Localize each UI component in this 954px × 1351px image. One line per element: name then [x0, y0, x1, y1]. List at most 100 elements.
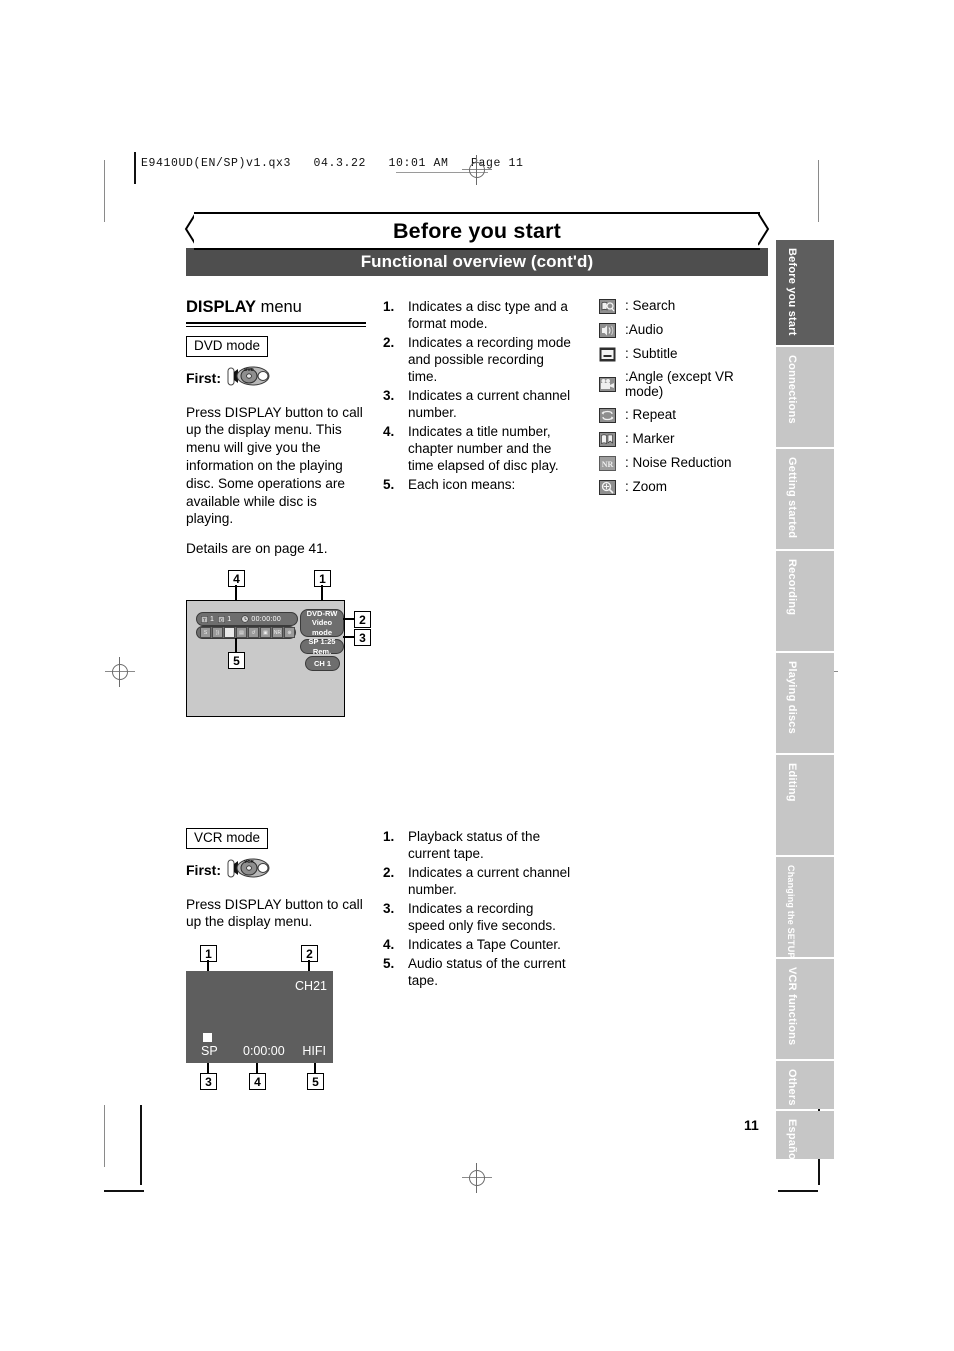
vcr-first-label: First:: [186, 862, 221, 879]
remote-and-disc-icon: DVD: [227, 363, 271, 394]
dvd-osd-time-group: 00:00:00: [231, 615, 281, 623]
dvd-osd-icon-row: S )) ▭ ▤ ↺ ▣ NR ⊕: [196, 626, 296, 640]
list-item-number: 1.: [383, 829, 395, 844]
list-item-text: Indicates a current channel number.: [408, 388, 571, 420]
legend-label: : Noise Reduction: [625, 454, 732, 470]
side-tab-strip: Before you start Connections Getting sta…: [776, 240, 834, 1163]
tab-label: Others: [786, 1069, 798, 1106]
list-item-number: 4.: [383, 424, 395, 439]
dvd-icon-legend-column: : Search :Audio : Subtitle:Angle (excep…: [598, 298, 773, 503]
sidebar-item-editing[interactable]: Editing: [776, 755, 834, 855]
list-item-number: 1.: [383, 299, 395, 314]
osd-noise-reduction-icon: NR: [272, 627, 283, 639]
vcr-lead-3: [207, 1063, 209, 1074]
list-item-number: 2.: [383, 335, 395, 350]
list-item-number: 4.: [383, 937, 395, 952]
dvd-left-column: DISPLAY menu DVD mode First: DVD Press D…: [186, 298, 371, 730]
tab-label: Recording: [786, 559, 798, 616]
noise-reduction-icon: NR: [598, 455, 617, 472]
sidebar-item-before-you-start[interactable]: Before you start: [776, 240, 834, 345]
sidebar-item-espanol[interactable]: Español: [776, 1111, 834, 1163]
vcr-mode-chip: VCR mode: [186, 828, 269, 849]
dvd-section: DISPLAY menu DVD mode First: DVD Press D…: [186, 298, 768, 728]
registration-mark-left: [105, 657, 135, 687]
sidebar-item-playing-discs[interactable]: Playing discs: [776, 653, 834, 753]
subhead-rule: [186, 322, 366, 327]
vcr-channel: CH21: [295, 979, 327, 994]
repeat-icon: [598, 407, 617, 424]
chapter-title: Before you start: [392, 218, 562, 243]
list-item: 5. Audio status of the current tape.: [383, 955, 573, 989]
vcr-audio: HIFI: [302, 1044, 326, 1059]
list-item-number: 5.: [383, 956, 395, 971]
crop-mark-bl-v: [104, 1105, 105, 1167]
tab-label: Editing: [786, 763, 798, 802]
dvd-disc-type: DVD-RW: [306, 608, 338, 618]
vcr-lead-4: [256, 1063, 258, 1074]
tab-label: Playing discs: [786, 661, 798, 734]
legend-item: : Subtitle: [598, 346, 773, 363]
vcr-middle-column: 1. Playback status of the current tape. 2…: [383, 828, 573, 991]
registration-mark-top: [462, 155, 492, 185]
list-item: 4. Indicates a Tape Counter.: [383, 936, 573, 953]
osd-angle-icon: ▤: [236, 627, 247, 639]
legend-item: NR : Noise Reduction: [598, 455, 773, 472]
list-item: 2. Indicates a current channel number.: [383, 864, 573, 898]
legend-item: : Repeat: [598, 407, 773, 424]
list-item-number: 2.: [383, 865, 395, 880]
legend-item: :Angle (except VR mode): [598, 369, 773, 400]
list-item-text: Indicates a title number, chapter number…: [408, 424, 559, 473]
vcr-callout-3: 3: [200, 1073, 217, 1091]
prepress-left-rule: [134, 152, 136, 184]
crop-mark-br-h: [778, 1190, 818, 1192]
dvd-rec-mode-badge: SP 1:25 Rem.: [300, 637, 344, 656]
vcr-left-column: VCR mode First: VCR Press DISPLAY button: [186, 828, 366, 1115]
clock-icon: [241, 615, 250, 623]
list-item-text: Indicates a current channel number.: [408, 865, 571, 897]
vcr-osd-screen: CH21 SP 0:00:00 HIFI: [186, 971, 333, 1064]
subhead-rest: menu: [256, 298, 302, 316]
vcr-screen-block: 1 2 CH21 SP 0:00:00 HIFI 3 4 5: [186, 945, 366, 1115]
chapter-banner: Before you start: [184, 212, 770, 250]
display-menu-subhead: DISPLAY menu: [186, 298, 366, 317]
legend-label: :Audio: [625, 322, 664, 338]
icon-legend-list: : Search :Audio : Subtitle:Angle (excep…: [598, 298, 773, 496]
sidebar-item-vcr-functions[interactable]: VCR functions: [776, 959, 834, 1059]
vcr-counter: 0:00:00: [243, 1044, 285, 1059]
dvd-details: Details are on page 41.: [186, 541, 328, 557]
subtitle-icon: [598, 346, 617, 363]
sidebar-item-getting-started[interactable]: Getting started: [776, 449, 834, 549]
dvd-middle-column: 1. Indicates a disc type and a format mod…: [383, 298, 573, 495]
dvd-channel: CH 1: [313, 658, 332, 668]
legend-label: : Subtitle: [625, 346, 678, 362]
sidebar-item-changing-the-setup-menu[interactable]: Changing the SETUP menu: [776, 857, 834, 986]
angle-icon: [598, 376, 617, 393]
legend-label: : Repeat: [625, 406, 677, 422]
sidebar-item-recording[interactable]: Recording: [776, 551, 834, 651]
legend-item: : Zoom: [598, 479, 773, 496]
list-item: 1. Playback status of the current tape.: [383, 828, 573, 862]
registration-mark-bottom: [462, 1163, 492, 1193]
list-item: 1. Indicates a disc type and a format mod…: [383, 298, 573, 332]
dvd-mode-chip: DVD mode: [186, 336, 269, 357]
vcr-callout-4: 4: [249, 1073, 266, 1091]
sidebar-item-connections[interactable]: Connections: [776, 347, 834, 447]
vcr-stop-indicator-icon: [203, 1033, 212, 1043]
list-item-number: 5.: [383, 477, 395, 492]
subhead-bold: DISPLAY: [186, 298, 256, 316]
dvd-first-label: First:: [186, 370, 221, 387]
list-item-number: 3.: [383, 388, 395, 403]
section-title: Functional overview (cont'd): [360, 252, 594, 271]
osd-audio-icon: )): [212, 627, 223, 639]
dvd-first-row: First: DVD: [186, 363, 366, 394]
sidebar-item-others[interactable]: Others: [776, 1061, 834, 1109]
list-item-text: Indicates a recording mode and possible …: [408, 335, 571, 384]
dvd-callout-5: 5: [228, 652, 245, 670]
list-item: 3. Indicates a current channel number.: [383, 387, 573, 421]
tab-label: Connections: [786, 355, 798, 424]
svg-text:T: T: [203, 617, 206, 623]
svg-text:VCR: VCR: [244, 859, 254, 864]
vcr-callout-5: 5: [307, 1073, 324, 1091]
page-number: 11: [744, 1117, 759, 1133]
list-item: 2. Indicates a recording mode and possibl…: [383, 334, 573, 385]
